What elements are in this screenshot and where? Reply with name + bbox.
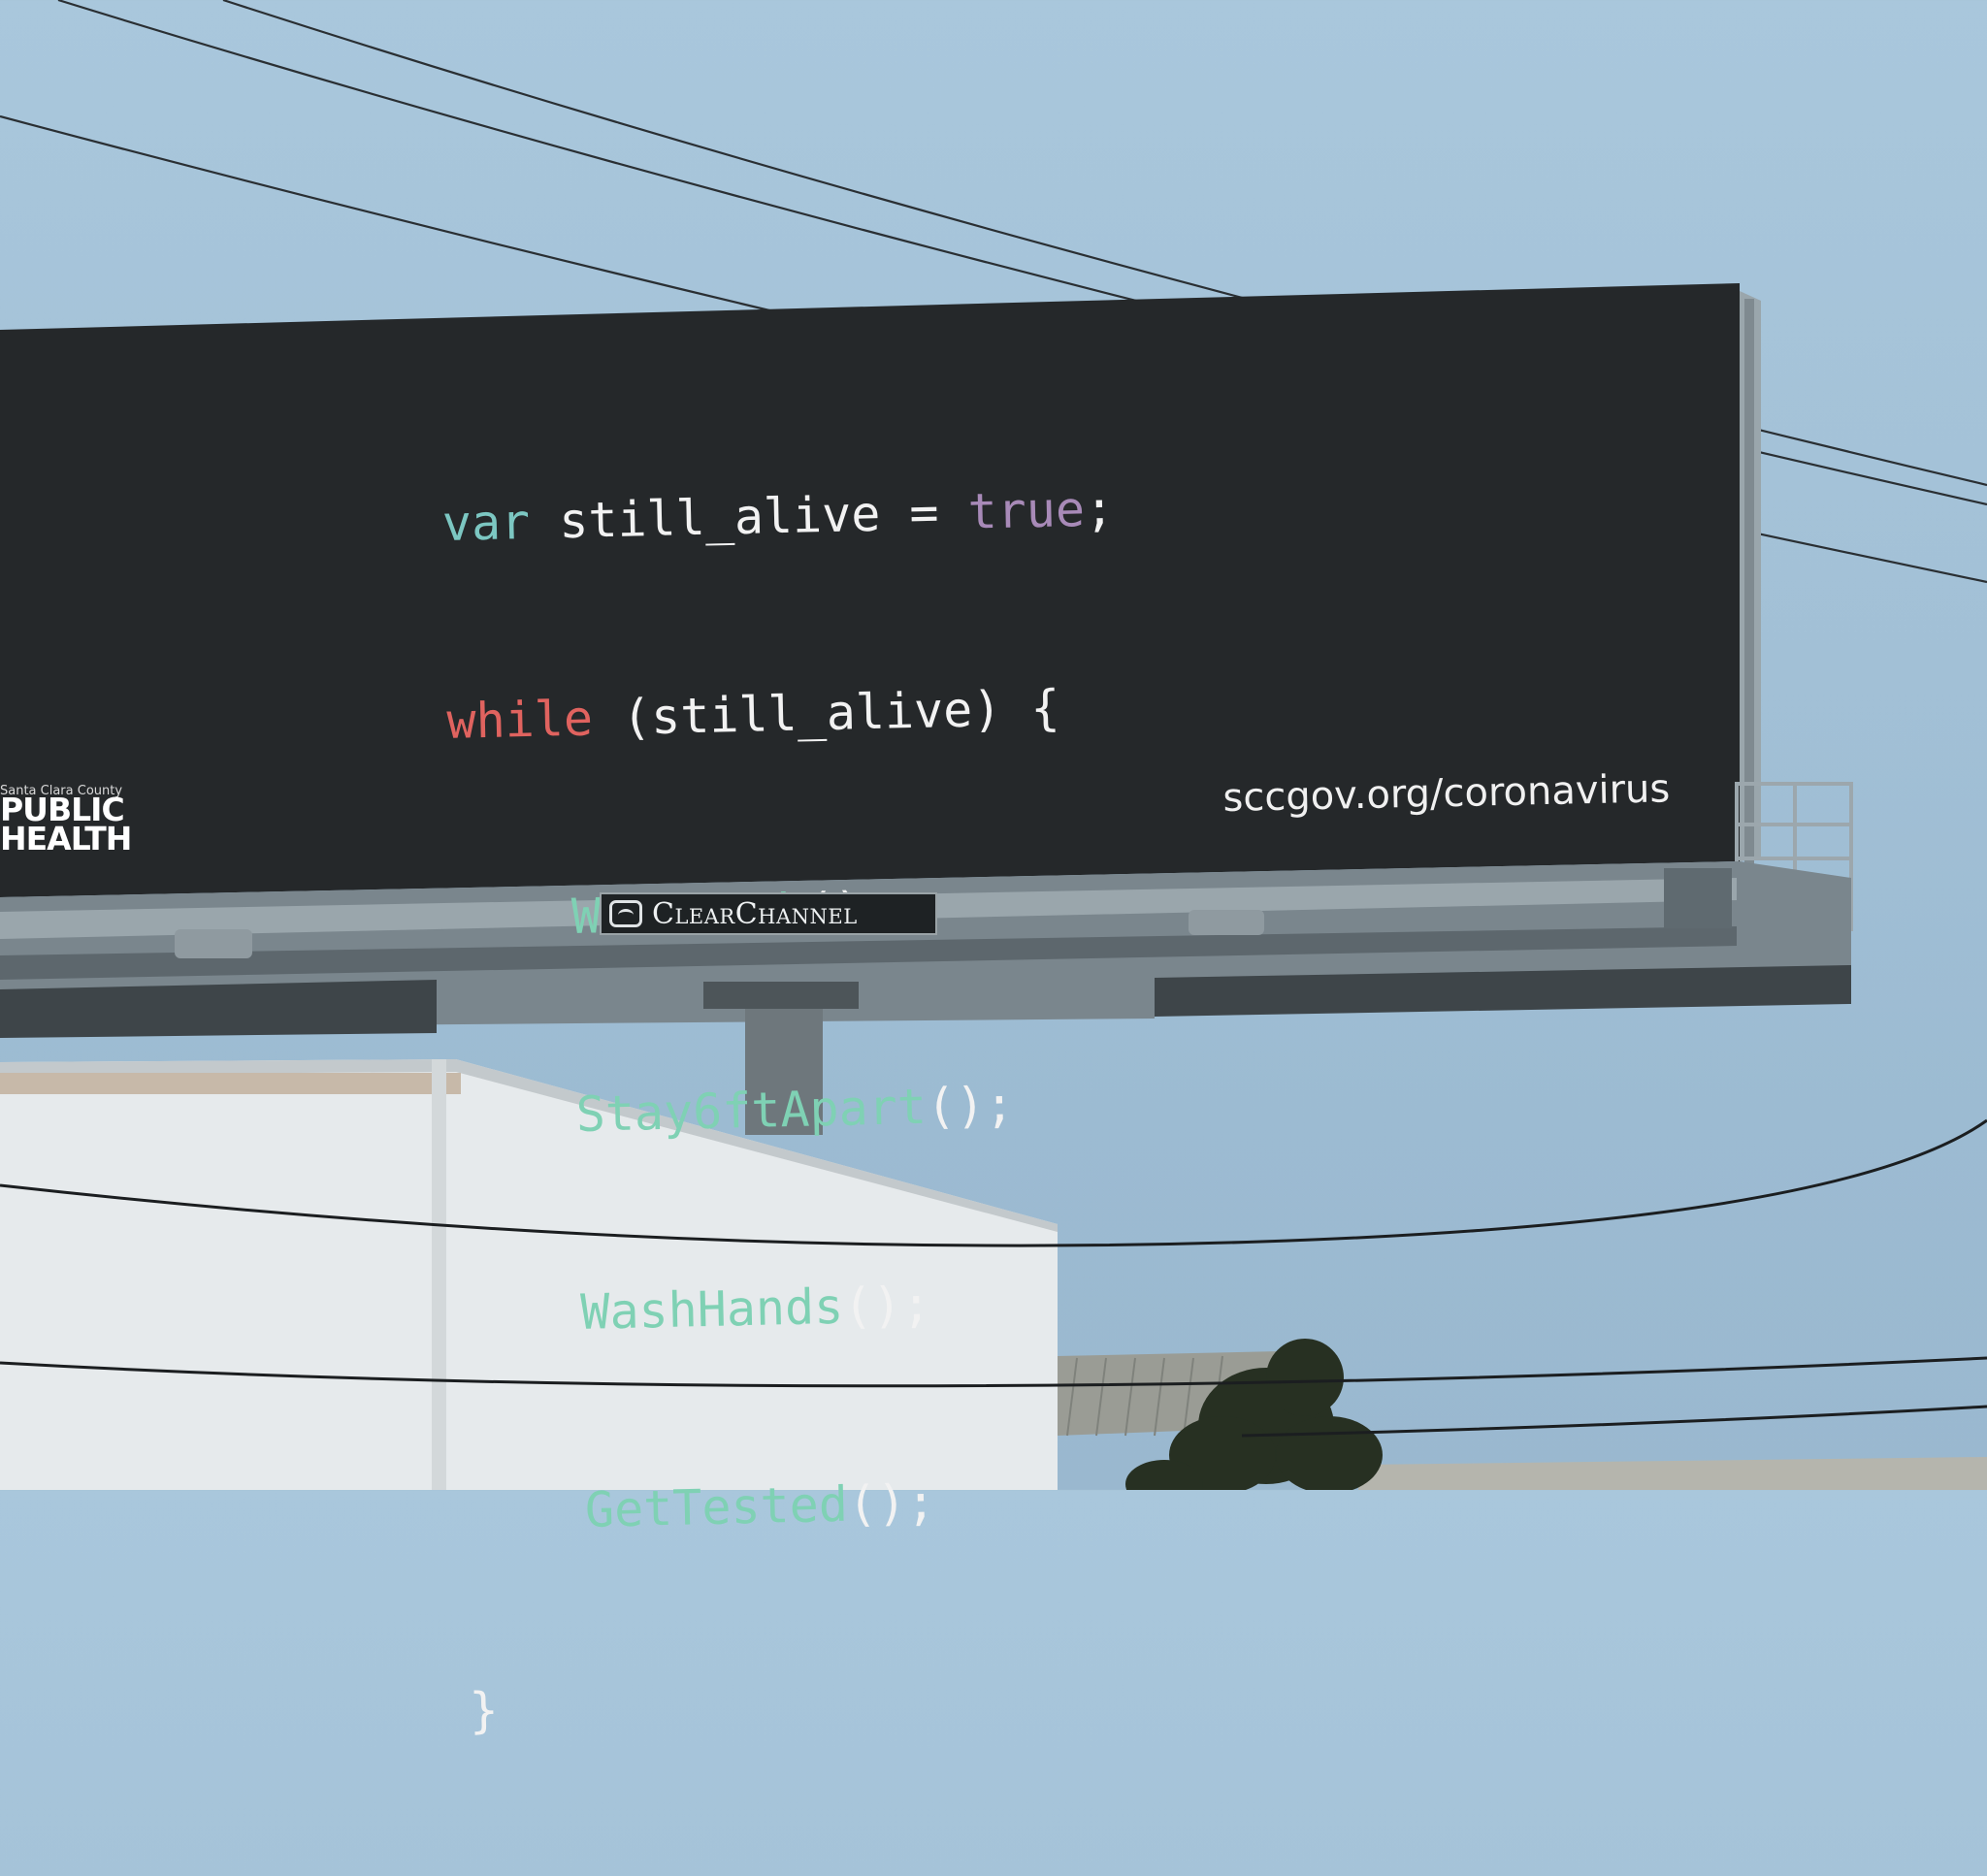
billboard-code: var still_alive = true; while (still_ali… <box>439 343 1145 1875</box>
clearchannel-text: ClearChannel <box>652 896 858 931</box>
code-line-4: Stay6ftApart(); <box>455 1069 1128 1150</box>
code-line-5: WashHands(); <box>460 1267 1133 1348</box>
logo-line-health: HEALTH <box>0 820 132 857</box>
closing-brace: } <box>468 1681 500 1739</box>
code-line-7: } <box>469 1663 1142 1744</box>
function-name: WashHands <box>579 1278 844 1341</box>
clearchannel-sign: ClearChannel <box>600 892 937 935</box>
keyword-while: while <box>445 690 594 750</box>
code-text: (); <box>847 1473 936 1533</box>
photo-scene: var still_alive = true; while (still_ali… <box>0 0 1987 1739</box>
code-line-1: var still_alive = true; <box>441 475 1115 557</box>
code-line-6: GetTested(); <box>464 1465 1137 1546</box>
clearchannel-logo-icon <box>609 900 642 927</box>
literal-true: true <box>966 480 1086 540</box>
billboard-url: sccgov.org/coronavirus <box>1222 766 1671 821</box>
code-text: (); <box>926 1076 1015 1135</box>
code-line-2: while (still_alive) { <box>446 673 1120 755</box>
code-text: still_alive = <box>529 483 969 550</box>
function-name: GetTested <box>584 1475 849 1538</box>
public-health-logo: PUBLIC HEALTH <box>0 793 132 857</box>
function-name: Stay6ftApart <box>575 1078 928 1143</box>
code-text: ; <box>1084 480 1115 537</box>
keyword-var: var <box>441 493 531 552</box>
code-text: (); <box>842 1276 932 1335</box>
code-text: (still_alive) { <box>592 679 1061 747</box>
